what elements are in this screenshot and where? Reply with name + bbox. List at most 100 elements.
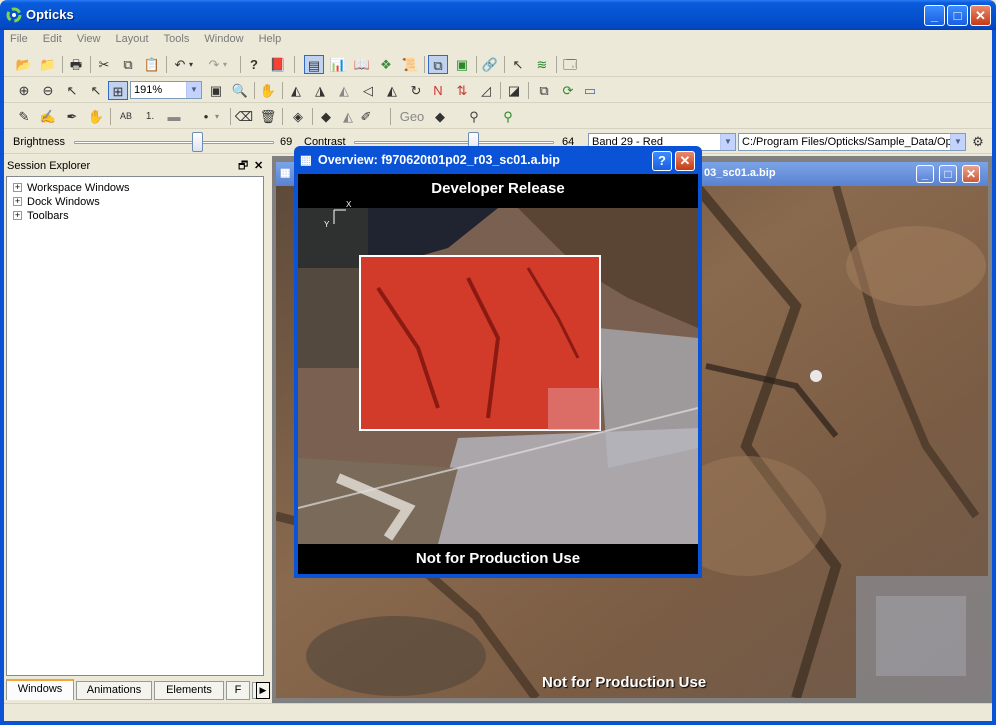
properties-icon[interactable]: 🗔	[560, 55, 580, 74]
overview-help-button[interactable]: ?	[652, 151, 672, 171]
line-style-icon[interactable]: ▬	[164, 107, 184, 126]
chip-window-icon[interactable]: ▣	[452, 55, 472, 74]
overview-titlebar[interactable]: ▦ Overview: f970620t01p02_r03_sc01.a.bip…	[294, 146, 702, 174]
minimize-button[interactable]: _	[924, 5, 945, 26]
text-tool-icon[interactable]: AB	[114, 107, 138, 126]
chevron-down-icon[interactable]: ▼	[186, 82, 201, 98]
zoom-level-select[interactable]: 191% ▼	[130, 81, 202, 99]
menu-file[interactable]: File	[4, 30, 34, 48]
help-book-icon[interactable]: 📕	[268, 55, 288, 74]
tree-item-dock-windows[interactable]: + Dock Windows	[13, 195, 100, 209]
expand-icon[interactable]: +	[13, 211, 22, 220]
eraser-icon[interactable]: ⌫	[234, 107, 254, 126]
chevron-down-icon[interactable]: ▼	[720, 134, 735, 150]
image-close-button[interactable]: ✕	[962, 165, 980, 183]
tree-item-workspace-windows[interactable]: + Workspace Windows	[13, 181, 130, 195]
tree-item-toolbars[interactable]: + Toolbars	[13, 209, 69, 223]
cut-icon[interactable]: ✂	[94, 55, 114, 74]
paste-icon[interactable]: 📋	[142, 55, 162, 74]
expand-icon[interactable]: +	[13, 183, 22, 192]
perspective-icon[interactable]: ◭	[382, 81, 402, 100]
session-explorer-icon[interactable]: ▤	[304, 55, 324, 74]
overview-close-button[interactable]: ✕	[675, 151, 695, 171]
zoom-actual-icon[interactable]: 🔍	[230, 81, 250, 100]
pointer-icon[interactable]: ↖	[508, 55, 528, 74]
georef-icon[interactable]: ⚲	[464, 107, 484, 126]
brush-icon[interactable]: ✐	[356, 107, 376, 126]
pan-hand-icon[interactable]: ✋	[258, 81, 278, 100]
menu-tools[interactable]: Tools	[158, 30, 196, 48]
new-file-icon[interactable]: 📂	[14, 55, 34, 74]
menu-layout[interactable]: Layout	[110, 30, 155, 48]
text-tool-label: AB	[119, 111, 132, 121]
shape-icon[interactable]: ◈	[288, 107, 308, 126]
image-maximize-button[interactable]: □	[939, 165, 957, 183]
close-button[interactable]: ✕	[970, 5, 991, 26]
shear-icon[interactable]: ◁	[358, 81, 378, 100]
expand-icon[interactable]: +	[13, 197, 22, 206]
rotate-left-icon[interactable]: ◭	[286, 81, 306, 100]
menu-help[interactable]: Help	[253, 30, 288, 48]
overview-window-icon[interactable]: ⧉	[428, 55, 448, 74]
north-arrow-icon[interactable]: N	[428, 81, 448, 100]
chevron-down-icon[interactable]: ▼	[950, 134, 965, 150]
band-properties-icon[interactable]: ⚙	[968, 132, 988, 151]
point-dropdown-icon[interactable]: ▾	[212, 107, 222, 126]
north-up-icon[interactable]: ⇅	[452, 81, 472, 100]
zoom-point-out-icon[interactable]: ↖	[86, 81, 106, 100]
display-icon[interactable]: ▭	[580, 81, 600, 100]
colormap-icon[interactable]: ◪	[504, 81, 524, 100]
link-icon[interactable]: 🔗	[480, 55, 500, 74]
redo-dropdown-icon[interactable]: ▾	[220, 55, 230, 74]
snapshot-icon[interactable]: ⧉	[534, 81, 554, 100]
app-title-bar: Opticks _ □ ✕	[0, 0, 996, 30]
undo-dropdown-icon[interactable]: ▾	[186, 55, 196, 74]
fill-icon[interactable]: ◆	[316, 107, 336, 126]
maximize-button[interactable]: □	[947, 5, 968, 26]
menu-window[interactable]: Window	[198, 30, 249, 48]
reset-rotation-icon[interactable]: ↻	[406, 81, 426, 100]
tab-more[interactable]: F	[226, 681, 250, 700]
refresh-icon[interactable]: ⟳	[558, 81, 578, 100]
menu-edit[interactable]: Edit	[37, 30, 68, 48]
freehand-icon[interactable]: ✍	[38, 107, 58, 126]
print-icon[interactable]: 🖶	[66, 55, 86, 74]
copy-icon[interactable]: ⧉	[118, 55, 138, 74]
scroll-right-icon[interactable]: ▶	[256, 682, 270, 699]
tab-animations[interactable]: Animations	[76, 681, 152, 700]
brightness-slider[interactable]	[192, 132, 203, 152]
zoom-point-in-icon[interactable]: ↖	[62, 81, 82, 100]
message-log-icon[interactable]: 📖	[352, 55, 372, 74]
close-panel-icon[interactable]: ✕	[254, 156, 263, 176]
scroll-icon[interactable]: 📜	[400, 55, 420, 74]
tab-elements[interactable]: Elements	[154, 681, 224, 700]
geo-label-icon[interactable]: Geo	[398, 107, 426, 126]
histogram-icon[interactable]: 📊	[328, 55, 348, 74]
flip-icon[interactable]: ◮	[310, 81, 330, 100]
pencil-icon[interactable]: ✎	[14, 107, 34, 126]
plugin-icon[interactable]: ❖	[376, 55, 396, 74]
open-file-icon[interactable]: 📁	[38, 55, 58, 74]
zoom-out-icon[interactable]: ⊖	[38, 81, 58, 100]
zoom-to-fit-icon[interactable]: ▣	[206, 81, 226, 100]
layers-icon[interactable]: ≋	[532, 55, 552, 74]
polyline-icon[interactable]: ✒	[62, 107, 82, 126]
zoom-rect-icon[interactable]: ⊞	[108, 81, 128, 100]
clear-icon[interactable]: 🗑	[258, 107, 278, 126]
zoom-in-icon[interactable]: ⊕	[14, 81, 34, 100]
tree-item-label: Toolbars	[27, 210, 69, 222]
grid-icon[interactable]: ◭	[338, 107, 358, 126]
move-hand-icon[interactable]: ✋	[86, 107, 106, 126]
number-tool-icon[interactable]: 1.	[140, 107, 160, 126]
image-minimize-button[interactable]: _	[916, 165, 934, 183]
float-window-icon[interactable]: 🗗	[238, 156, 248, 176]
tab-windows[interactable]: Windows	[6, 679, 74, 700]
rotate-right-icon[interactable]: ◭	[334, 81, 354, 100]
menu-view[interactable]: View	[71, 30, 107, 48]
dataset-path-select[interactable]: C:/Program Files/Opticks/Sample_Data/Ope…	[738, 133, 966, 151]
gps-pin-icon[interactable]: ⚲	[498, 107, 518, 126]
help-icon[interactable]: ?	[244, 55, 264, 74]
overview-view[interactable]: Developer Release X Y Not for Production…	[298, 174, 698, 574]
geo-tool-icon[interactable]: ◆	[430, 107, 450, 126]
triangle-icon[interactable]: ◿	[476, 81, 496, 100]
